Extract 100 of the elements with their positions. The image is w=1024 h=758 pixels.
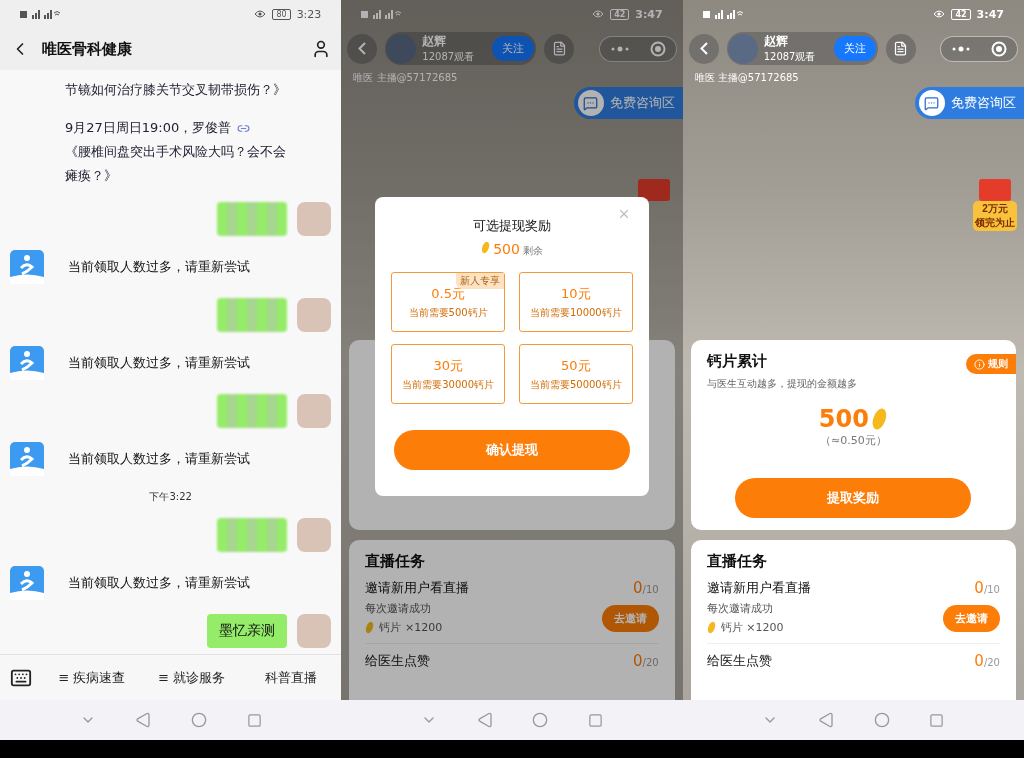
- viewer-count: 12087观看: [763, 50, 817, 64]
- home-icon[interactable]: [532, 712, 549, 728]
- section-title: 直播任务: [706, 552, 768, 571]
- withdraw-option[interactable]: 10元 当前需要10000钙片: [519, 272, 633, 332]
- task-count: 0: [974, 579, 984, 597]
- user-avatar: [297, 614, 332, 648]
- more-icon[interactable]: [609, 45, 630, 52]
- recents-icon[interactable]: [929, 712, 945, 728]
- invite-button[interactable]: 去邀请: [943, 604, 1000, 632]
- points-amount: 500: [818, 405, 869, 433]
- rules-button[interactable]: 规则: [966, 354, 1016, 374]
- info-icon: [974, 358, 985, 370]
- eye-icon: [933, 10, 946, 18]
- signal-icon: [702, 9, 743, 19]
- consult-button[interactable]: 免费咨询区: [915, 87, 1024, 119]
- document-icon[interactable]: [885, 33, 916, 64]
- task-title: 给医生点赞: [365, 652, 432, 670]
- task-note: 每次邀请成功: [706, 601, 774, 616]
- more-icon[interactable]: [951, 45, 971, 52]
- notice-text: 9月27日周日19:00，罗俊普: [65, 116, 292, 140]
- link-icon[interactable]: [237, 122, 251, 135]
- blurred-message: [217, 202, 288, 236]
- confirm-button[interactable]: 确认提现: [394, 430, 630, 470]
- user-avatar: [297, 394, 332, 428]
- task-title: 邀请新用户看直播: [706, 579, 812, 597]
- menu-tab[interactable]: 科普直播: [241, 667, 342, 688]
- task-total: /20: [983, 657, 1000, 668]
- host-id: 唯医 主播@57172685: [352, 71, 459, 85]
- task-reward: 钙片 ×1200: [720, 620, 784, 635]
- option-amount: 30元: [433, 356, 463, 375]
- menu-tab[interactable]: ≡ 就诊服务: [141, 667, 242, 688]
- chevron-left-icon: [699, 42, 708, 55]
- target-icon[interactable]: [649, 40, 666, 57]
- invite-button[interactable]: 去邀请: [601, 604, 659, 632]
- back-icon[interactable]: [135, 712, 152, 728]
- option-requirement: 当前需要30000钙片: [402, 377, 495, 392]
- coin-icon: [706, 621, 716, 634]
- home-icon[interactable]: [190, 712, 207, 728]
- article-title[interactable]: 《腰椎间盘突出手术风险大吗？会不会瘫痪？》: [65, 140, 292, 188]
- task-count: 0: [633, 652, 643, 670]
- chevron-left-icon: [358, 42, 367, 55]
- chat-icon: [919, 90, 945, 116]
- notice-text: 节镜如何治疗膝关节交叉韧带损伤？》: [65, 81, 287, 99]
- clock-time: 3:47: [976, 7, 1004, 21]
- cash-equivalent: （≈0.50元）: [819, 433, 887, 448]
- back-icon[interactable]: [818, 712, 834, 728]
- home-icon[interactable]: [873, 712, 890, 728]
- blurred-message: [217, 394, 288, 428]
- message-time: 下午3:22: [149, 490, 192, 504]
- chat-title: 唯医骨科健康: [42, 39, 133, 59]
- balance-note: 剩余: [522, 244, 543, 258]
- option-requirement: 当前需要50000钙片: [529, 377, 622, 392]
- clock-time: 3:47: [635, 7, 663, 21]
- task-note: 每次邀请成功: [365, 601, 433, 616]
- bot-avatar: [10, 346, 44, 380]
- signal-icon: [361, 9, 402, 19]
- option-amount: 10元: [561, 284, 591, 303]
- recents-icon[interactable]: [587, 712, 603, 728]
- card-title: 钙片累计: [706, 352, 767, 371]
- blurred-message: [217, 298, 288, 332]
- bot-avatar: [10, 442, 44, 476]
- withdraw-option[interactable]: 30元 当前需要30000钙片: [391, 344, 505, 404]
- host-id: 唯医 主播@57172685: [693, 71, 800, 85]
- coin-icon: [870, 407, 888, 431]
- battery-level: 80: [272, 8, 291, 20]
- task-count: 0: [633, 579, 643, 597]
- target-icon[interactable]: [991, 40, 1007, 57]
- eye-icon: [254, 10, 267, 18]
- coin-icon: [365, 621, 375, 634]
- consult-button[interactable]: 免费咨询区: [573, 87, 683, 119]
- section-title: 直播任务: [365, 552, 427, 571]
- clock-time: 3:23: [296, 7, 322, 21]
- task-total: /10: [983, 584, 1000, 595]
- new-user-tag: 新人专享: [456, 273, 504, 289]
- battery-level: 42: [610, 8, 630, 20]
- dialog-title: 可选提现奖励: [473, 217, 551, 235]
- option-amount: 50元: [561, 356, 591, 375]
- task-total: /20: [642, 657, 659, 668]
- bot-avatar: [10, 566, 44, 600]
- withdraw-option[interactable]: 50元 当前需要50000钙片: [519, 344, 633, 404]
- reward-tag[interactable]: 2万元 领完为止: [973, 201, 1017, 231]
- user-avatar: [297, 518, 332, 552]
- option-requirement: 当前需要500钙片: [408, 305, 488, 320]
- blurred-message: [217, 518, 288, 552]
- user-message: 墨忆亲测: [207, 614, 288, 648]
- recents-icon[interactable]: [246, 712, 262, 728]
- menu-tab[interactable]: ≡ 疾病速查: [42, 667, 142, 688]
- withdraw-option[interactable]: 新人专享 0.5元 当前需要500钙片: [391, 272, 505, 332]
- bot-message: 当前领取人数过多，请重新尝试: [68, 258, 250, 276]
- task-reward: 钙片 ×1200: [379, 620, 443, 635]
- points-balance: 500: [493, 241, 520, 257]
- back-icon[interactable]: [476, 712, 493, 728]
- bot-message: 当前领取人数过多，请重新尝试: [68, 450, 250, 468]
- signal-icon: [20, 9, 60, 19]
- host-name: 赵辉: [422, 33, 448, 50]
- claim-button[interactable]: 提取奖励: [735, 478, 972, 518]
- eye-icon: [592, 10, 605, 18]
- option-requirement: 当前需要10000钙片: [529, 305, 622, 320]
- card-subtitle: 与医生互动越多，提现的金额越多: [706, 377, 857, 391]
- chat-icon: [577, 90, 604, 116]
